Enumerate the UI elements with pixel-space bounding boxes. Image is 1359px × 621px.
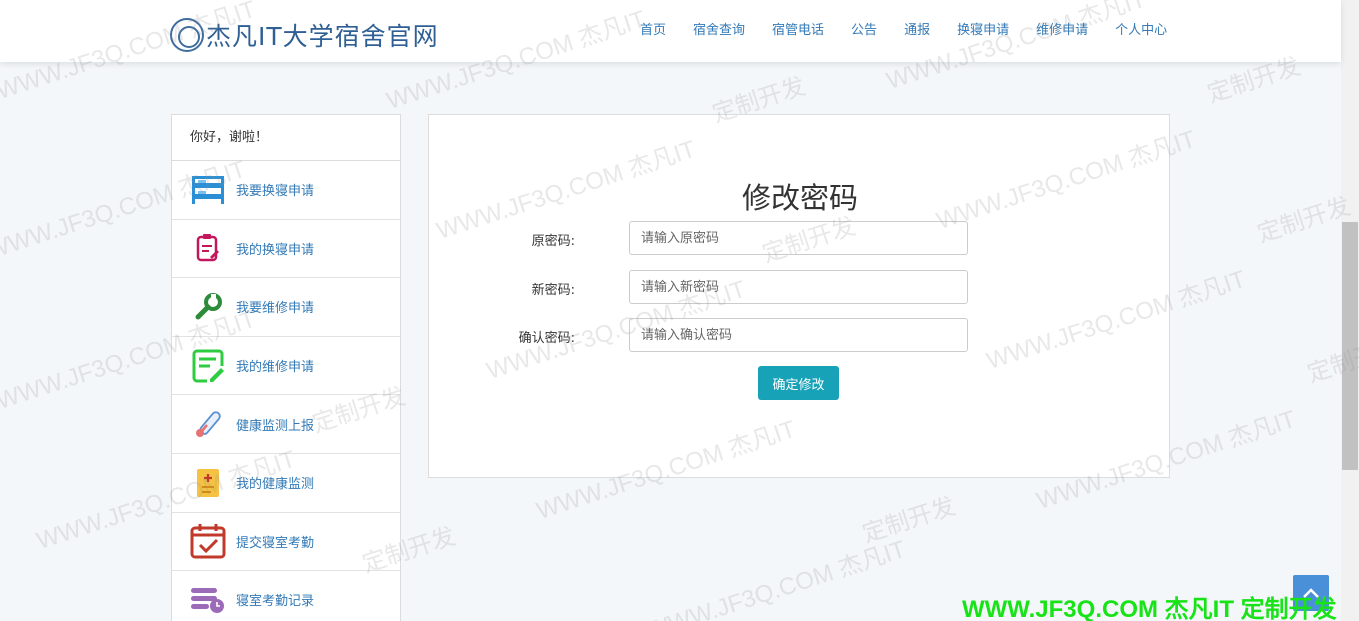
sidebar-item-health-report[interactable]: 健康监测上报 [172, 395, 400, 454]
site-header: 杰凡IT大学宿舍官网 首页 宿舍查询 宿管电话 公告 通报 换寝申请 维修申请 … [0, 0, 1341, 62]
records-clock-icon [190, 582, 226, 618]
scrollbar-thumb[interactable] [1342, 222, 1358, 470]
nav-room-change[interactable]: 换寝申请 [957, 19, 1009, 38]
note-edit-icon [190, 348, 226, 384]
sidebar-item-my-room-change[interactable]: 我的换寝申请 [172, 220, 400, 279]
sidebar-item-label: 寝室考勤记录 [236, 594, 315, 610]
user-greeting: 你好，谢啦！ [172, 115, 400, 161]
nav-personal-center[interactable]: 个人中心 [1115, 19, 1167, 38]
nav-home[interactable]: 首页 [640, 19, 666, 38]
clipboard-icon [190, 230, 226, 266]
health-card-icon [190, 465, 226, 501]
sidebar-item-my-health[interactable]: 我的健康监测 [172, 454, 400, 513]
sidebar-item-label: 提交寝室考勤 [236, 535, 315, 551]
bunk-bed-icon [190, 172, 226, 208]
sidebar-item-label: 我要换寝申请 [236, 184, 315, 200]
sidebar-item-label: 我的健康监测 [236, 477, 315, 493]
old-password-input[interactable] [629, 221, 968, 255]
watermark-text: WWW.JF3Q.COM 杰凡IT [643, 535, 910, 621]
site-logo[interactable]: 杰凡IT大学宿舍官网 [170, 17, 439, 53]
confirm-password-input[interactable] [629, 318, 968, 352]
old-password-label: 原密码: [531, 234, 575, 249]
footer-watermark: WWW.JF3Q.COM 杰凡IT 定制开发 [962, 596, 1337, 621]
sidebar-item-my-repair[interactable]: 我的维修申请 [172, 337, 400, 396]
sidebar-item-label: 我的维修申请 [236, 360, 315, 376]
page-scrollbar[interactable] [1341, 0, 1359, 621]
sidebar: 你好，谢啦！ 我要换寝申请 我的换寝申请 我要维修申请 我的维修申请 健康监测上… [171, 114, 401, 621]
nav-dorm-phone[interactable]: 宿管电话 [772, 19, 824, 38]
confirm-password-label: 确认密码: [518, 331, 575, 346]
page-title: 修改密码 [741, 181, 858, 215]
nav-repair[interactable]: 维修申请 [1036, 19, 1088, 38]
sidebar-item-submit-attendance[interactable]: 提交寝室考勤 [172, 513, 400, 572]
change-password-card: 修改密码 原密码: 新密码: 确认密码: 确定修改 [428, 114, 1170, 478]
calendar-check-icon [190, 523, 226, 559]
thermometer-icon [190, 406, 226, 442]
sidebar-item-attendance-records[interactable]: 寝室考勤记录 [172, 571, 400, 621]
sidebar-item-apply-room-change[interactable]: 我要换寝申请 [172, 161, 400, 220]
main-nav: 首页 宿舍查询 宿管电话 公告 通报 换寝申请 维修申请 个人中心 [640, 19, 1194, 38]
university-emblem-icon [170, 18, 204, 52]
nav-dorm-query[interactable]: 宿舍查询 [693, 19, 745, 38]
new-password-input[interactable] [629, 270, 968, 304]
sidebar-item-label: 健康监测上报 [236, 418, 315, 434]
watermark-text: 定制开发 [1254, 192, 1354, 249]
sidebar-item-label: 我的换寝申请 [236, 242, 315, 258]
confirm-change-button[interactable]: 确定修改 [758, 366, 839, 400]
sidebar-item-label: 我要维修申请 [236, 301, 315, 317]
wrench-icon [190, 289, 226, 325]
new-password-label: 新密码: [531, 283, 575, 298]
nav-notice[interactable]: 通报 [904, 19, 930, 38]
site-title: 杰凡IT大学宿舍官网 [206, 22, 439, 51]
watermark-text: 定制开发 [859, 492, 959, 549]
nav-announcement[interactable]: 公告 [851, 19, 877, 38]
sidebar-item-apply-repair[interactable]: 我要维修申请 [172, 278, 400, 337]
